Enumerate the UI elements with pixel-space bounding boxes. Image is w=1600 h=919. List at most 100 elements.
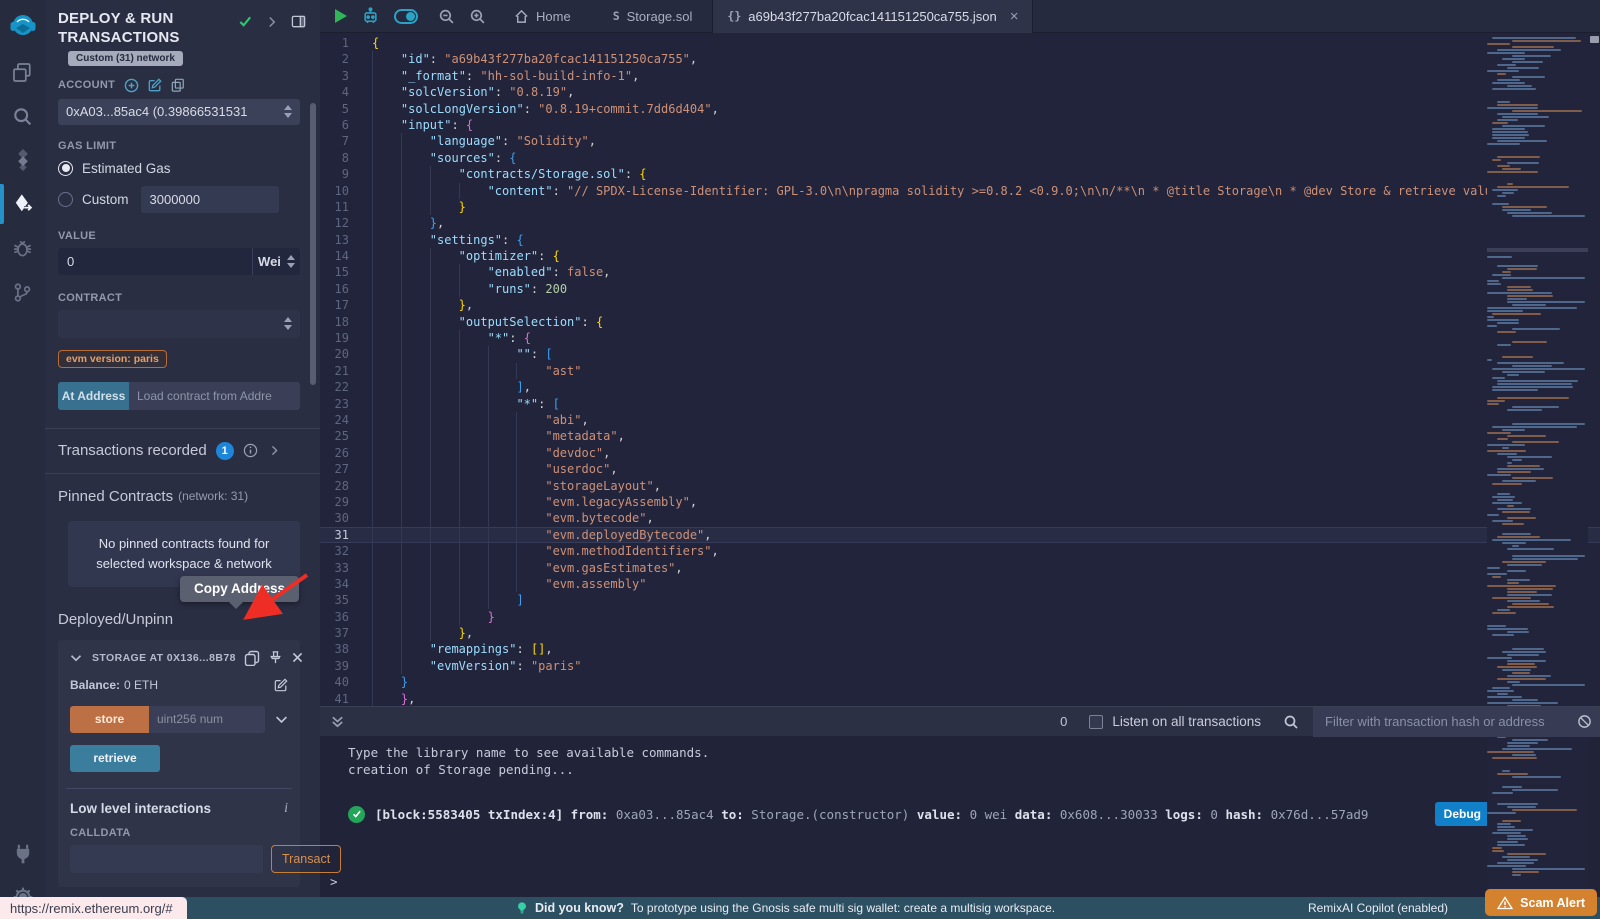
minimap-row xyxy=(1497,823,1511,825)
at-address-button[interactable]: At Address xyxy=(58,382,129,410)
copilot-toggle-icon[interactable] xyxy=(394,9,418,24)
expand-panel-icon[interactable] xyxy=(266,16,278,28)
listen-all-transactions-checkbox[interactable] xyxy=(1089,715,1103,729)
code-line: 2"id": "a69b43f277ba20fcac141151250ca755… xyxy=(320,51,1600,67)
terminal-search-icon[interactable] xyxy=(1283,714,1299,730)
code-token: "*" xyxy=(488,330,510,346)
debugger-icon[interactable] xyxy=(0,226,45,270)
minimap-row xyxy=(1497,773,1528,775)
minimap-row xyxy=(1512,868,1585,870)
panel-scrollbar[interactable] xyxy=(310,103,316,385)
editor-scrollbar-thumb[interactable] xyxy=(1590,36,1599,43)
indent-guide xyxy=(372,248,401,264)
transactions-recorded-row[interactable]: Transactions recorded 1 xyxy=(58,429,300,473)
minimap-row xyxy=(1487,292,1552,294)
scam-alert-badge[interactable]: Scam Alert xyxy=(1485,889,1597,916)
copy-address-icon[interactable] xyxy=(244,650,260,666)
zoom-out-icon[interactable] xyxy=(438,8,455,25)
transact-button[interactable]: Transact xyxy=(271,845,341,873)
minimap-row xyxy=(1507,505,1514,507)
code-token: "evm.legacyAssembly" xyxy=(545,494,690,510)
clear-filter-icon[interactable] xyxy=(1577,714,1592,729)
tab-home[interactable]: Home xyxy=(500,0,585,33)
indent-guide xyxy=(488,396,517,412)
tab-storage-sol[interactable]: S Storage.sol xyxy=(599,0,707,33)
retrieve-button[interactable]: retrieve xyxy=(70,745,160,772)
custom-gas-input[interactable] xyxy=(141,186,279,213)
editor-minimap[interactable] xyxy=(1487,33,1588,911)
pin-panel-icon[interactable] xyxy=(291,14,306,29)
code-token: ] xyxy=(516,379,523,395)
custom-gas-radio[interactable] xyxy=(58,192,73,207)
solidity-compiler-icon[interactable] xyxy=(0,138,45,182)
terminal[interactable]: Type the library name to see available c… xyxy=(320,736,1600,919)
low-level-info-icon[interactable]: i xyxy=(284,801,288,817)
git-icon[interactable] xyxy=(0,270,45,314)
indent-guide xyxy=(401,592,430,608)
store-input[interactable] xyxy=(149,706,265,733)
remove-contract-icon[interactable] xyxy=(291,651,304,664)
indent-guide xyxy=(488,445,517,461)
contract-select[interactable] xyxy=(58,310,300,338)
sign-message-icon[interactable] xyxy=(148,78,162,92)
indent-guide xyxy=(459,527,488,543)
minimap-row xyxy=(1507,853,1546,855)
copy-address-tooltip: Copy Address xyxy=(180,576,299,602)
zoom-in-icon[interactable] xyxy=(469,8,486,25)
editor-scrollbar[interactable] xyxy=(1588,33,1600,911)
minimap-row xyxy=(1507,409,1542,411)
minimap-row xyxy=(1487,514,1499,516)
store-button[interactable]: store xyxy=(70,706,149,733)
code-line: 35] xyxy=(320,592,1600,608)
deploy-run-icon[interactable] xyxy=(0,182,45,226)
pin-contract-icon[interactable] xyxy=(268,650,283,665)
remixai-assistant-icon[interactable] xyxy=(361,7,380,26)
calldata-input[interactable] xyxy=(70,845,263,873)
minimap-row xyxy=(1507,660,1546,662)
indent-guide xyxy=(401,527,430,543)
expand-store-icon[interactable] xyxy=(275,713,288,726)
value-unit-select[interactable]: Wei xyxy=(252,248,300,275)
minimap-row xyxy=(1492,189,1518,191)
info-icon[interactable] xyxy=(243,443,258,458)
file-explorer-icon[interactable] xyxy=(0,50,45,94)
close-tab-icon[interactable]: × xyxy=(1010,9,1019,24)
minimap-row xyxy=(1507,286,1531,288)
collapse-terminal-icon[interactable] xyxy=(330,714,345,729)
minimap-row xyxy=(1512,545,1519,547)
indent-guide xyxy=(372,150,401,166)
expand-transactions-icon[interactable] xyxy=(269,445,280,456)
indent-guide xyxy=(401,478,430,494)
run-script-icon[interactable] xyxy=(335,9,347,23)
code-line: 31"evm.deployedBytecode", xyxy=(320,527,1600,543)
indent-guide xyxy=(372,264,401,280)
add-account-icon[interactable] xyxy=(124,78,139,93)
value-input[interactable] xyxy=(58,248,252,275)
copilot-status[interactable]: RemixAI Copilot (enabled) xyxy=(1308,901,1448,915)
copy-account-icon[interactable] xyxy=(171,78,185,92)
minimap-row xyxy=(1497,493,1510,495)
indent-guide xyxy=(516,510,545,526)
tab-json-file[interactable]: {} a69b43f277ba20fcac141151250ca755.json… xyxy=(712,0,1033,33)
code-editor[interactable]: 1{2"id": "a69b43f277ba20fcac141151250ca7… xyxy=(320,33,1600,706)
account-select[interactable]: 0xA03...85ac4 (0.39866531531 xyxy=(58,99,300,125)
collapse-contract-icon[interactable] xyxy=(70,652,82,664)
code-token: { xyxy=(639,166,646,182)
log-segment: 0 xyxy=(1210,807,1225,822)
minimap-row xyxy=(1507,654,1539,656)
plugin-manager-icon[interactable] xyxy=(0,831,45,875)
indent-guide xyxy=(488,379,517,395)
minimap-row xyxy=(1512,459,1522,461)
minimap-row xyxy=(1502,820,1521,822)
debug-button[interactable]: Debug xyxy=(1435,802,1490,826)
estimated-gas-radio[interactable] xyxy=(58,161,73,176)
code-line: 14"optimizer": { xyxy=(320,248,1600,264)
indent-guide xyxy=(401,330,430,346)
edit-balance-icon[interactable] xyxy=(274,678,288,692)
log-segment: 0 wei xyxy=(970,807,1015,822)
at-address-input[interactable] xyxy=(129,382,300,410)
remix-logo-icon[interactable] xyxy=(0,4,45,50)
minimap-row xyxy=(1512,76,1545,78)
search-icon[interactable] xyxy=(0,94,45,138)
filter-transactions-input[interactable] xyxy=(1325,714,1577,729)
